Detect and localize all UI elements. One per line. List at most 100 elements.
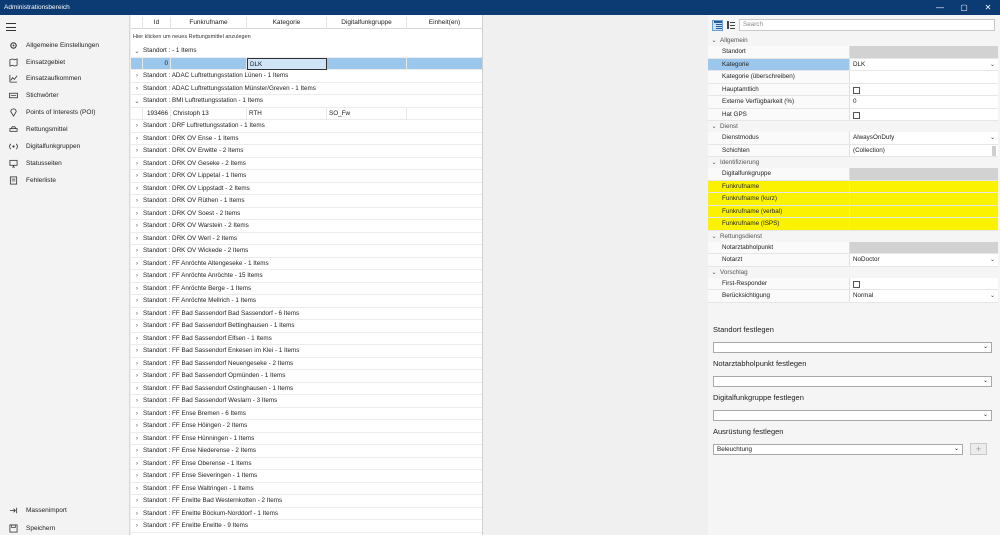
column-header-digitalfunkgruppe[interactable]: Digitalfunkgruppe: [327, 17, 407, 29]
chevron-right-icon[interactable]: ›: [131, 185, 143, 192]
chevron-down-icon[interactable]: ⌄: [708, 159, 720, 166]
group-row[interactable]: › Standort : FF Ense Bremen - 6 Items: [131, 408, 482, 420]
checkbox[interactable]: [853, 111, 860, 119]
group-row[interactable]: › Standort : FF Bad Sassendorf Opmünden -…: [131, 370, 482, 383]
chevron-right-icon[interactable]: ›: [131, 285, 143, 292]
ausruestung-select[interactable]: Beleuchtung ⌄: [713, 444, 963, 455]
chevron-right-icon[interactable]: ›: [131, 172, 143, 179]
property-row[interactable]: Digitalfunkgruppe: [708, 168, 998, 181]
chevron-right-icon[interactable]: ›: [131, 347, 143, 354]
property-row[interactable]: First-Responder: [708, 277, 998, 290]
group-row[interactable]: › Standort : FF Bad Sassendorf Ostinghaus…: [131, 383, 482, 395]
cell-id[interactable]: 193466: [143, 107, 171, 120]
cell-einheiten[interactable]: [407, 108, 482, 121]
property-value-cell[interactable]: [849, 108, 998, 120]
property-category[interactable]: ⌄ Allgemein: [708, 35, 998, 46]
chevron-right-icon[interactable]: ›: [131, 422, 143, 429]
property-value-cell[interactable]: [849, 168, 998, 180]
group-row[interactable]: ⌄ Standort : BMI Luftrettungsstation - 1 …: [131, 95, 482, 108]
group-row[interactable]: › Standort : DRK OV Wickede - 2 Items: [131, 245, 482, 258]
scrollbar[interactable]: [992, 145, 996, 156]
chevron-right-icon[interactable]: ›: [131, 297, 143, 304]
chevron-right-icon[interactable]: ›: [131, 510, 143, 517]
column-header-id[interactable]: Id: [143, 17, 171, 29]
property-value-cell[interactable]: [849, 193, 998, 205]
chevron-right-icon[interactable]: ›: [131, 397, 143, 404]
property-value-cell[interactable]: [849, 277, 998, 289]
property-row[interactable]: Notarzt NoDoctor ⌄: [708, 254, 998, 267]
chevron-right-icon[interactable]: ›: [131, 222, 143, 229]
chevron-right-icon[interactable]: ›: [131, 322, 143, 329]
sidebar-item-einsatzgebiet[interactable]: Einsatzgebiet: [0, 54, 130, 70]
group-row[interactable]: › Standort : DRK OV Lippetal - 1 Items: [131, 170, 482, 183]
chevron-right-icon[interactable]: ›: [131, 435, 143, 442]
close-button[interactable]: ✕: [976, 0, 1000, 15]
property-row[interactable]: Funkrufname: [708, 180, 998, 193]
chevron-right-icon[interactable]: ›: [131, 247, 143, 254]
chevron-down-icon[interactable]: ⌄: [990, 59, 995, 72]
sidebar-item-fehlerliste[interactable]: Fehlerliste: [0, 172, 130, 188]
property-category[interactable]: ⌄ Identifizierung: [708, 157, 998, 168]
group-row[interactable]: › Standort : FF Ense Niederense - 2 Items: [131, 445, 482, 458]
chevron-down-icon[interactable]: ⌄: [990, 254, 995, 267]
group-row[interactable]: › Standort : FF Anröchte Altengeseke - 1 …: [131, 258, 482, 270]
chevron-right-icon[interactable]: ›: [131, 472, 143, 479]
group-row[interactable]: › Standort : FF Ense Oberense - 1 Items: [131, 458, 482, 470]
column-header-funkrufname[interactable]: Funkrufname: [171, 17, 247, 29]
property-row[interactable]: Notarztabholpunkt: [708, 241, 998, 254]
sidebar-item-points-of-interests-poi[interactable]: Points of Interests (POI): [0, 104, 130, 120]
group-row[interactable]: › Standort : DRK OV Erwitte - 2 Items: [131, 145, 482, 158]
property-row[interactable]: Schichten (Collection): [708, 144, 998, 157]
group-row[interactable]: › Standort : DRF Luftrettungsstation - 1 …: [131, 120, 482, 133]
chevron-right-icon[interactable]: ›: [131, 235, 143, 242]
group-row[interactable]: › Standort : FF Bad Sassendorf Bettinghau…: [131, 320, 482, 333]
cell-id[interactable]: 0: [143, 57, 171, 70]
chevron-right-icon[interactable]: ›: [131, 310, 143, 317]
group-row[interactable]: › Standort : DRK OV Soest - 2 Items: [131, 208, 482, 220]
chevron-right-icon[interactable]: ›: [131, 410, 143, 417]
property-row[interactable]: Berücksichtigung Normal ⌄: [708, 290, 998, 303]
hamburger-menu-icon[interactable]: [6, 23, 16, 31]
chevron-right-icon[interactable]: ›: [131, 360, 143, 367]
group-row[interactable]: › Standort : DRK OV Geseke - 2 Items: [131, 158, 482, 170]
property-row[interactable]: Funkrufname (ISPS): [708, 218, 998, 231]
digitalfunkgruppe-select[interactable]: ⌄: [713, 410, 992, 421]
property-value-cell[interactable]: [849, 71, 998, 83]
chevron-right-icon[interactable]: ›: [131, 522, 143, 529]
chevron-right-icon[interactable]: ›: [131, 447, 143, 454]
chevron-right-icon[interactable]: ›: [131, 372, 143, 379]
property-row[interactable]: Externe Verfügbarkeit (%) 0: [708, 96, 998, 109]
property-value-cell[interactable]: [849, 180, 998, 192]
table-row[interactable]: 193466 Christoph 13 RTH SO_Fw: [131, 107, 482, 121]
property-category[interactable]: ⌄ Rettungsdienst: [708, 231, 998, 242]
group-row[interactable]: › Standort : FF Bad Sassendorf Neuengesek…: [131, 358, 482, 370]
cell-digitalfunkgruppe[interactable]: [327, 57, 407, 70]
cell-funkrufname[interactable]: Christoph 13: [171, 107, 247, 120]
property-category[interactable]: ⌄ Vorschlag: [708, 267, 998, 278]
chevron-right-icon[interactable]: ›: [131, 85, 143, 92]
group-row[interactable]: › Standort : FF Erwitte Bad Westernkotten…: [131, 495, 482, 508]
group-row[interactable]: › Standort : FF Erwitte Böckum-Norddorf -…: [131, 508, 482, 520]
chevron-down-icon[interactable]: ⌄: [708, 37, 720, 44]
chevron-right-icon[interactable]: ›: [131, 335, 143, 342]
property-value-cell[interactable]: [849, 46, 998, 58]
property-value-cell[interactable]: AlwaysOnDuty ⌄: [849, 132, 998, 144]
chevron-right-icon[interactable]: ›: [131, 272, 143, 279]
chevron-down-icon[interactable]: ⌄: [708, 123, 720, 130]
new-item-hint[interactable]: Hier klicken um neues Rettungsmittel anz…: [133, 34, 251, 40]
chevron-right-icon[interactable]: ›: [131, 385, 143, 392]
sidebar-item-speichern[interactable]: Speichern: [0, 520, 130, 535]
column-header-kategorie[interactable]: Kategorie: [247, 17, 327, 29]
group-row[interactable]: › Standort : FF Ense Hünningen - 1 Items: [131, 433, 482, 445]
property-value-cell[interactable]: Normal ⌄: [849, 290, 998, 302]
property-row[interactable]: Kategorie DLK ⌄: [708, 58, 998, 72]
property-row[interactable]: Hauptamtlich: [708, 83, 998, 96]
property-value-cell[interactable]: [849, 241, 998, 253]
property-value-cell[interactable]: [849, 218, 998, 230]
sidebar-item-stichwörter[interactable]: Stichwörter: [0, 87, 130, 103]
cell-einheiten[interactable]: [407, 58, 482, 71]
sidebar-item-rettungsmittel[interactable]: Rettungsmittel: [0, 121, 130, 137]
group-row[interactable]: › Standort : FF Anröchte Anröchte - 15 It…: [131, 270, 482, 283]
property-value-cell[interactable]: (Collection): [849, 144, 998, 156]
maximize-button[interactable]: ▢: [952, 0, 976, 15]
